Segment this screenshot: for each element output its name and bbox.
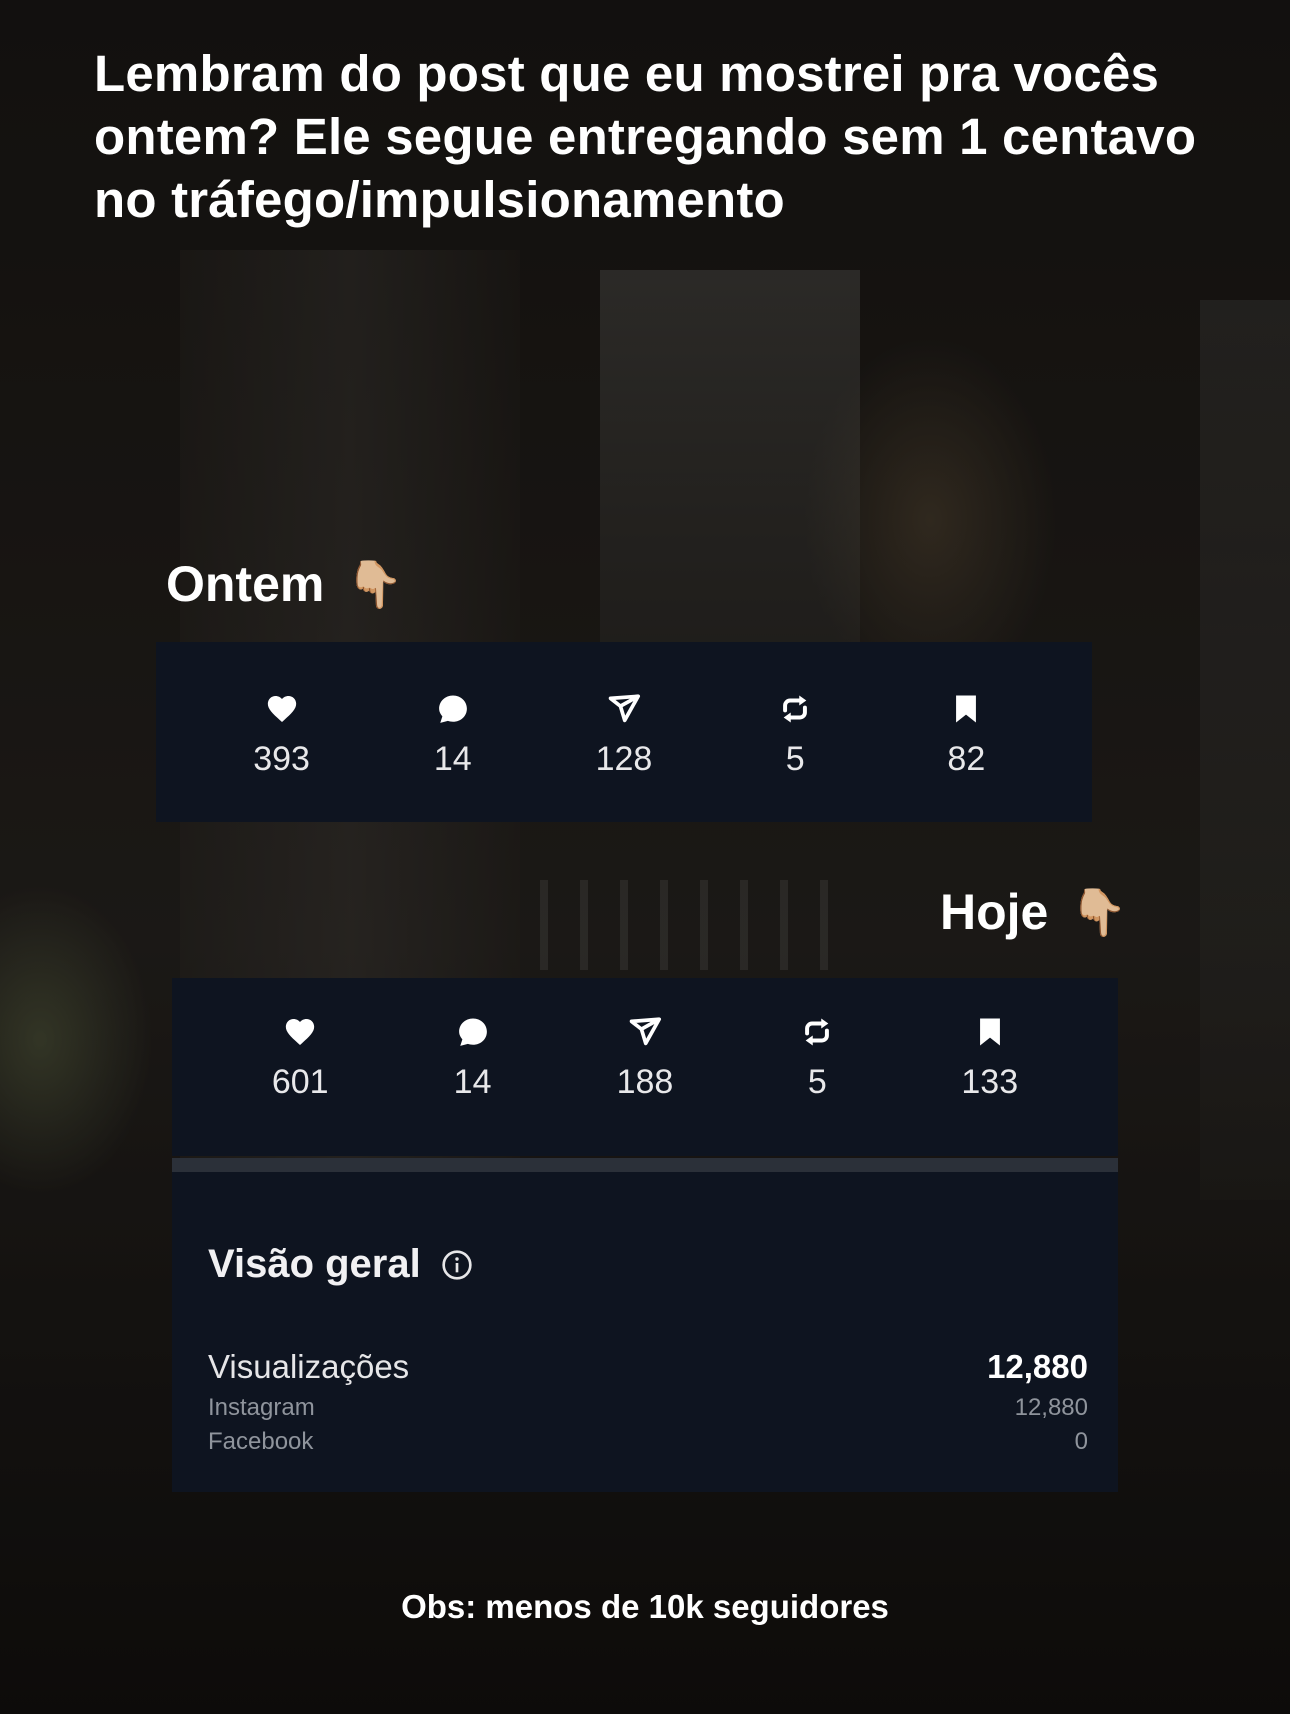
shares-count: 188 xyxy=(616,1063,674,1101)
hoje-label-text: Hoje xyxy=(940,884,1049,940)
shares-count: 128 xyxy=(595,740,653,778)
stat-comments: 14 xyxy=(378,692,528,779)
stat-saves: 133 xyxy=(915,1015,1065,1102)
comments-count: 14 xyxy=(453,1063,492,1101)
stat-shares: 128 xyxy=(549,692,699,779)
stat-saves: 82 xyxy=(891,692,1041,779)
views-total: 12,880 xyxy=(987,1348,1088,1385)
overview-title-text: Visão geral xyxy=(208,1242,421,1286)
instagram-row: Instagram 12,880 xyxy=(208,1394,1088,1422)
reposts-count: 5 xyxy=(785,740,805,778)
instagram-value: 12,880 xyxy=(1014,1394,1088,1421)
stats-card-hoje: 601 14 188 5 133 xyxy=(172,978,1118,1156)
overview-title: Visão geral xyxy=(208,1242,473,1287)
stats-card-ontem: 393 14 128 5 82 xyxy=(156,642,1092,822)
stat-reposts: 5 xyxy=(720,692,870,779)
bookmark-icon xyxy=(972,1015,1008,1049)
views-row: Visualizações 12,880 xyxy=(208,1348,1088,1386)
comment-icon xyxy=(435,692,471,726)
repost-icon xyxy=(777,692,813,726)
overview-card: Visão geral Visualizações 12,880 Instagr… xyxy=(172,1172,1118,1492)
facebook-value: 0 xyxy=(1074,1428,1088,1455)
reposts-count: 5 xyxy=(807,1063,827,1101)
ontem-label-text: Ontem xyxy=(166,556,325,612)
saves-count: 82 xyxy=(947,740,986,778)
repost-icon xyxy=(799,1015,835,1049)
comment-icon xyxy=(455,1015,491,1049)
views-label: Visualizações xyxy=(208,1348,410,1385)
instagram-label: Instagram xyxy=(208,1394,315,1421)
stat-shares: 188 xyxy=(570,1015,720,1102)
stat-reposts: 5 xyxy=(742,1015,892,1102)
stat-likes: 393 xyxy=(207,692,357,779)
facebook-row: Facebook 0 xyxy=(208,1428,1088,1456)
share-icon xyxy=(627,1015,663,1049)
hoje-label: Hoje 👇🏼 xyxy=(940,880,1128,944)
facebook-label: Facebook xyxy=(208,1428,314,1455)
card-divider xyxy=(172,1158,1118,1172)
likes-count: 393 xyxy=(253,740,310,778)
stat-comments: 14 xyxy=(398,1015,548,1102)
footnote: Obs: menos de 10k seguidores xyxy=(401,1588,889,1625)
comments-count: 14 xyxy=(433,740,472,778)
heart-icon xyxy=(282,1015,318,1049)
pointing-down-icon: 👇🏼 xyxy=(346,557,404,610)
stat-likes: 601 xyxy=(225,1015,375,1102)
bookmark-icon xyxy=(948,692,984,726)
ontem-label: Ontem 👇🏼 xyxy=(166,552,404,616)
story-headline: Lembram do post que eu mostrei pra vocês… xyxy=(94,45,1197,228)
info-icon[interactable] xyxy=(441,1249,473,1281)
saves-count: 133 xyxy=(961,1063,1019,1101)
likes-count: 601 xyxy=(271,1063,329,1101)
pointing-down-icon: 👇🏼 xyxy=(1070,885,1128,938)
heart-icon xyxy=(264,692,300,726)
share-icon xyxy=(606,692,642,726)
